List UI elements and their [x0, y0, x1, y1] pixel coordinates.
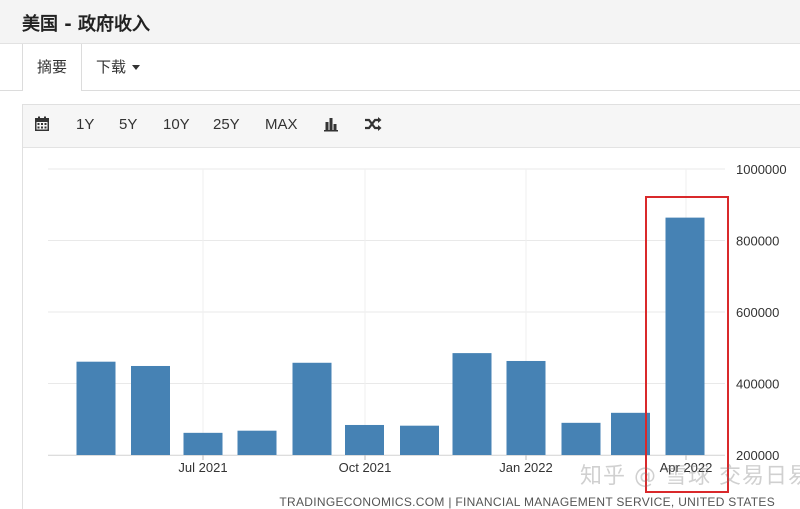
bar — [452, 353, 492, 455]
x-tick-label: Jul 2021 — [178, 460, 227, 475]
bar — [561, 422, 601, 455]
x-tick-label: Oct 2021 — [339, 460, 392, 475]
y-tick-label: 800000 — [736, 234, 779, 249]
watermark: 知乎 @ 雪球 交易日易鉴 — [580, 464, 800, 489]
x-tick-label: Jan 2022 — [499, 460, 553, 475]
y-tick-label: 1000000 — [736, 162, 787, 177]
bar-chart: 2000004000006000008000001000000Jul 2021 O… — [48, 162, 787, 509]
bar — [237, 430, 277, 455]
bar — [76, 361, 116, 455]
source-label: TRADINGECONOMICS.COM | FINANCIAL MANAGEM… — [279, 495, 775, 509]
bar — [292, 362, 332, 455]
bar — [183, 432, 223, 455]
bar — [611, 412, 650, 455]
bar — [131, 365, 170, 455]
bar — [400, 425, 439, 455]
bar — [665, 217, 705, 455]
bar — [345, 424, 384, 455]
y-tick-label: 600000 — [736, 305, 779, 320]
y-tick-label: 400000 — [736, 377, 779, 392]
bar — [506, 360, 546, 455]
